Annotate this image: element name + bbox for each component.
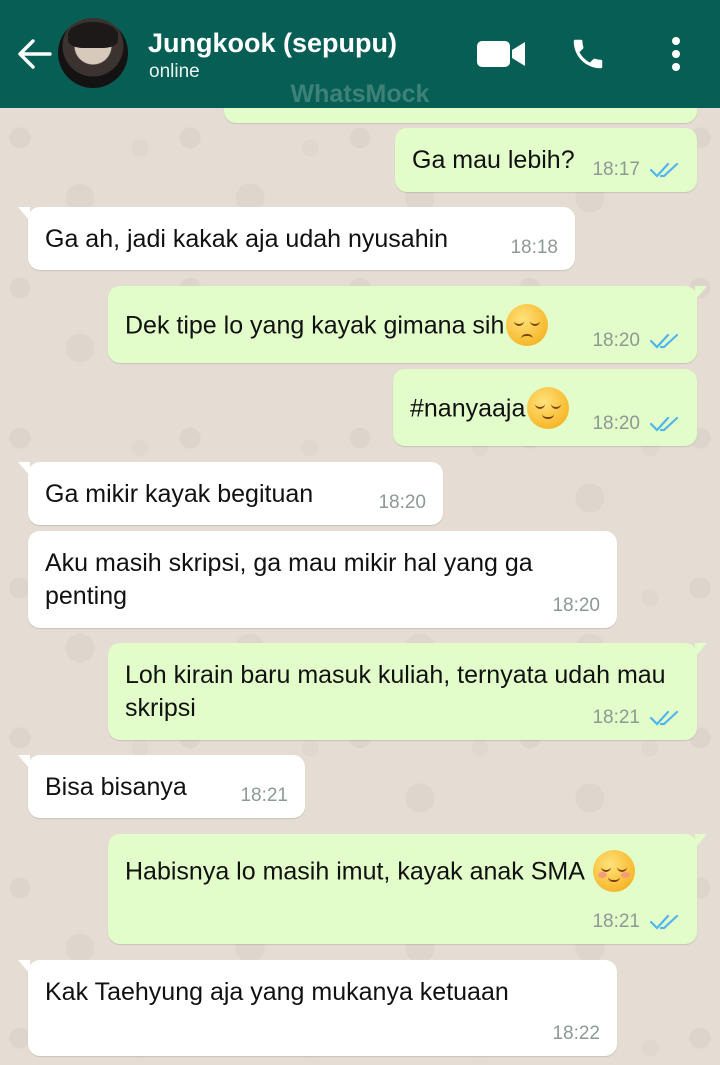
video-camera-icon: [477, 41, 525, 67]
video-call-button[interactable]: [474, 30, 528, 78]
message-bubble-incoming[interactable]: Ga mikir kayak begituan 18:20: [18, 462, 443, 525]
message-time: 18:17: [592, 159, 640, 180]
message-meta: 18:21: [592, 912, 680, 932]
message-time: 18:21: [592, 911, 640, 932]
message-bubble-incoming[interactable]: Kak Taehyung aja yang mukanya ketuaan 18…: [18, 960, 617, 1056]
back-arrow-icon: [18, 39, 52, 69]
message-time: 18:21: [240, 785, 288, 806]
message-text: Ga ah, jadi kakak aja udah nyusahin: [45, 225, 449, 253]
message-bubble-outgoing[interactable]: #nanyaaja 18:20: [393, 369, 697, 446]
pensive-face-icon: [506, 304, 549, 346]
message-meta: 18:17: [592, 160, 680, 180]
read-ticks-icon: [650, 710, 679, 726]
voice-call-button[interactable]: [564, 30, 612, 78]
message-bubble-outgoing[interactable]: Ga mau lebih? 18:17: [395, 128, 697, 192]
message-text: Kak Taehyung aja yang mukanya ketuaan: [45, 978, 509, 1006]
message-time: 18:21: [592, 707, 640, 728]
chat-header: Jungkook (sepupu) online: [0, 0, 720, 108]
message-time: 18:20: [378, 492, 426, 513]
message-text: Habisnya lo masih imut, kayak anak SMA: [125, 857, 584, 886]
message-meta: 18:20: [378, 493, 426, 513]
message-text: Aku masih skripsi, ga mau mikir hal yang…: [45, 549, 533, 610]
message-meta: 18:18: [510, 238, 558, 258]
message-text: Ga mikir kayak begituan: [45, 480, 314, 508]
message-meta: 18:21: [240, 786, 288, 806]
read-ticks-icon: [650, 162, 679, 178]
message-bubble-outgoing[interactable]: Loh kirain baru masuk kuliah, ternyata u…: [108, 643, 707, 740]
message-bubble-incoming[interactable]: Bisa bisanya 18:21: [18, 755, 305, 818]
relieved-face-icon: [527, 387, 570, 429]
read-ticks-icon: [650, 914, 679, 930]
message-text: Loh kirain baru masuk kuliah, ternyata u…: [125, 661, 666, 722]
message-meta: 18:20: [552, 596, 600, 616]
message-time: 18:22: [552, 1023, 600, 1044]
message-meta: 18:21: [592, 708, 680, 728]
contact-name[interactable]: Jungkook (sepupu): [148, 28, 397, 59]
message-time: 18:20: [592, 413, 640, 434]
more-options-button[interactable]: [656, 30, 696, 78]
message-bubble-outgoing[interactable]: Dek tipe lo yang kayak gimana sih 18:20: [108, 286, 707, 363]
message-time: 18:20: [592, 330, 640, 351]
contact-status: online: [149, 61, 200, 82]
kebab-menu-icon: [672, 37, 680, 71]
read-ticks-icon: [650, 333, 679, 349]
message-text: Dek tipe lo yang kayak gimana sih: [125, 311, 505, 340]
back-button[interactable]: [12, 34, 56, 74]
message-meta: 18:20: [592, 331, 680, 351]
message-meta: 18:20: [592, 414, 680, 434]
message-bubble-incoming[interactable]: Ga ah, jadi kakak aja udah nyusahin 18:1…: [18, 207, 575, 270]
contact-avatar[interactable]: [58, 18, 128, 88]
message-bubble-incoming[interactable]: Aku masih skripsi, ga mau mikir hal yang…: [28, 531, 617, 628]
message-time: 18:20: [552, 595, 600, 616]
message-bubble-outgoing[interactable]: Habisnya lo masih imut, kayak anak SMA 1…: [108, 834, 707, 944]
smiling-face-icon: [592, 850, 635, 892]
message-text: #nanyaaja: [410, 394, 526, 423]
phone-icon: [573, 39, 603, 69]
message-time: 18:18: [510, 237, 558, 258]
message-meta: 18:22: [552, 1024, 600, 1044]
read-ticks-icon: [650, 416, 679, 432]
